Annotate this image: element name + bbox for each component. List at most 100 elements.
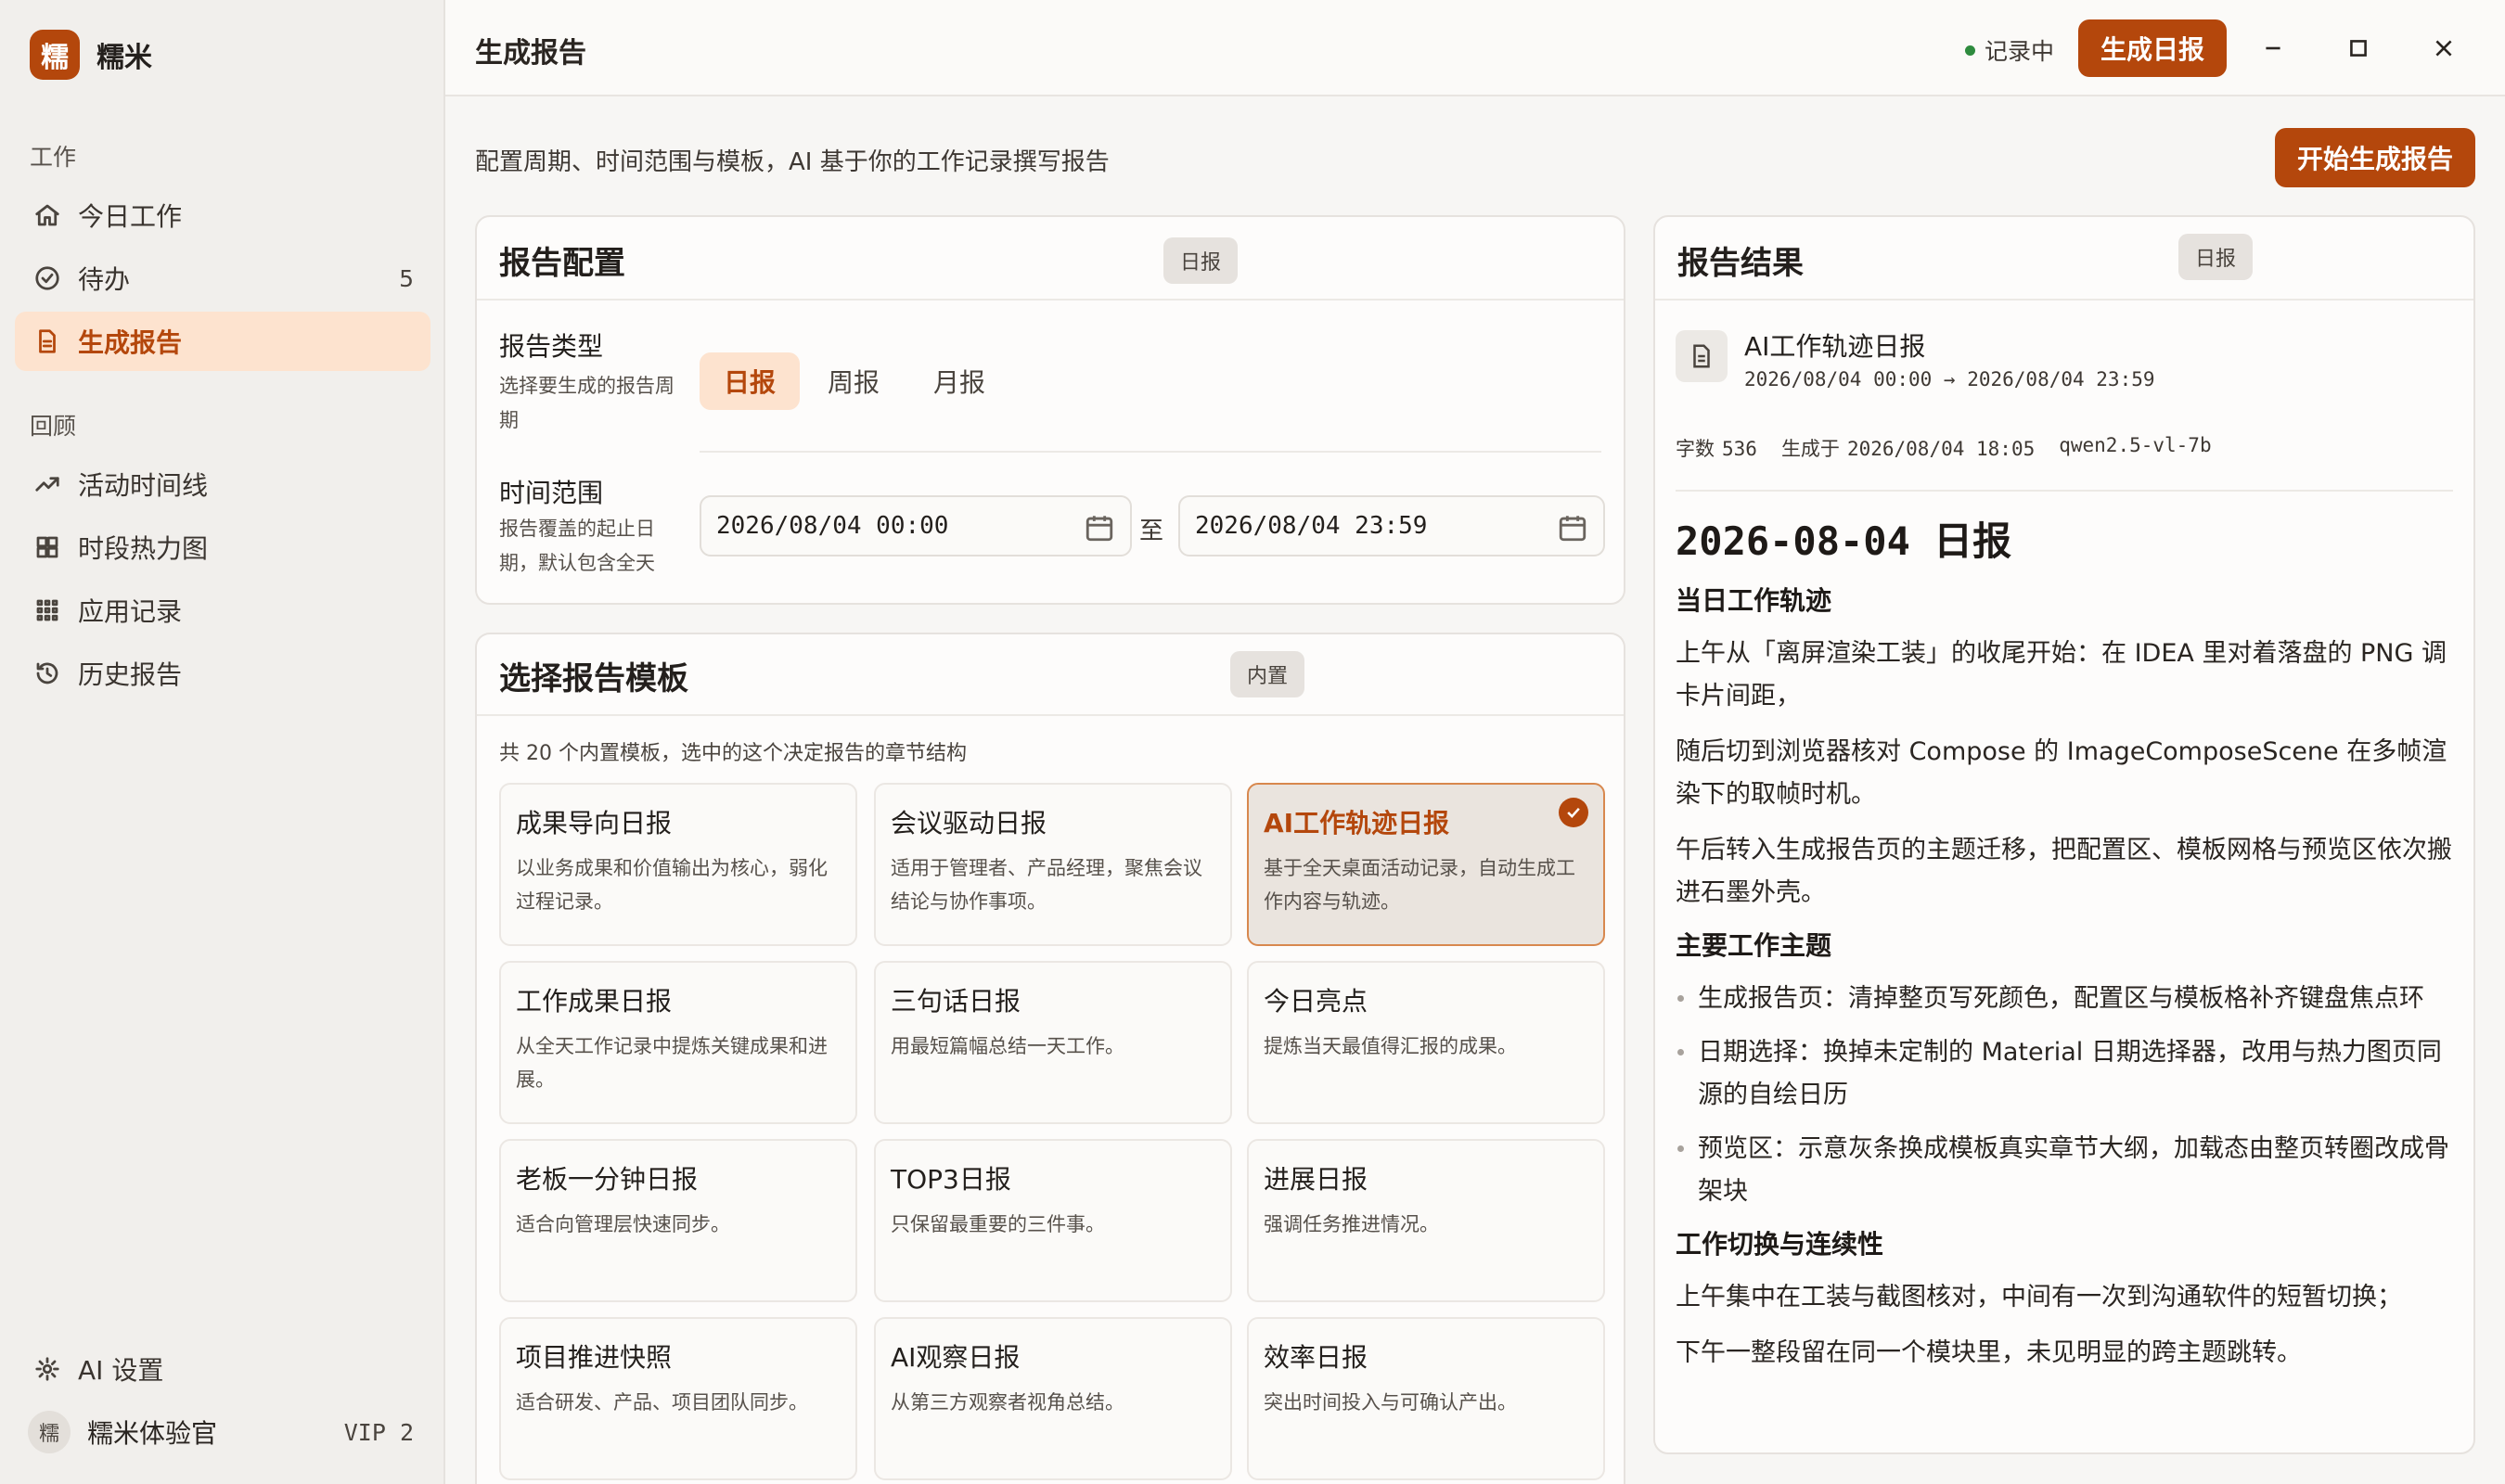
doc-bullet-list: 生成报告页：清掉整页写死颜色，配置区与模板格补齐键盘焦点环 日期选择：换掉未定制… bbox=[1676, 978, 2464, 1213]
template-item[interactable]: 三句话日报 用最短篇幅总结一天工作。 bbox=[874, 961, 1232, 1124]
template-item[interactable]: 项目推进快照 适合研发、产品、项目团队同步。 bbox=[499, 1317, 857, 1480]
template-item[interactable]: TOP3日报 只保留最重要的三件事。 bbox=[874, 1139, 1232, 1302]
page-subtitle: 配置周期、时间范围与模板，AI 基于你的工作记录撰写报告 bbox=[475, 148, 1110, 176]
type-option-monthly[interactable]: 月报 bbox=[909, 352, 1009, 410]
sidebar-item-todo[interactable]: 待办 5 bbox=[15, 249, 430, 308]
end-date-input[interactable]: 2026/08/04 23:59 bbox=[1178, 495, 1605, 556]
todo-count: 5 bbox=[399, 264, 414, 292]
sidebar-item-label: 历史报告 bbox=[78, 659, 183, 690]
template-name: 成果导向日报 bbox=[516, 808, 673, 838]
template-name: 工作成果日报 bbox=[516, 986, 673, 1017]
divider bbox=[1655, 299, 2473, 301]
doc-bullet: 生成报告页：清掉整页写死颜色，配置区与模板格补齐键盘焦点环 bbox=[1676, 978, 2464, 1020]
sidebar-item-today[interactable]: 今日工作 bbox=[15, 186, 430, 245]
template-desc: 适合向管理层快速同步。 bbox=[516, 1213, 730, 1235]
start-date-input[interactable]: 2026/08/04 00:00 bbox=[700, 495, 1132, 556]
sidebar-item-ai-settings[interactable]: AI 设置 bbox=[15, 1339, 430, 1399]
template-name: 进展日报 bbox=[1264, 1164, 1368, 1195]
sidebar-item-history[interactable]: 历史报告 bbox=[15, 644, 430, 703]
template-item[interactable]: 老板一分钟日报 适合向管理层快速同步。 bbox=[499, 1139, 857, 1302]
sidebar-item-generate-report[interactable]: 生成报告 bbox=[15, 312, 430, 371]
template-item-selected[interactable]: AI工作轨迹日报 基于全天桌面活动记录，自动生成工作内容与轨迹。 bbox=[1247, 783, 1605, 946]
header: 生成报告 记录中 生成日报 bbox=[445, 0, 2505, 96]
section-label-review: 回顾 bbox=[30, 413, 77, 440]
sidebar-item-label: 今日工作 bbox=[78, 201, 183, 232]
template-name: TOP3日报 bbox=[891, 1164, 1011, 1195]
doc-section-title: 主要工作主题 bbox=[1676, 930, 1832, 961]
template-item[interactable]: 进展日报 强调任务推进情况。 bbox=[1247, 1139, 1605, 1302]
page-title: 生成报告 bbox=[475, 37, 586, 70]
result-title: 报告结果 bbox=[1677, 245, 1804, 282]
apps-icon bbox=[32, 595, 63, 626]
close-button[interactable] bbox=[2423, 28, 2464, 69]
date-range-separator: 至 bbox=[1139, 518, 1164, 545]
doc-paragraph: 下午一整段留在同一个模块里，未见明显的跨主题跳转。 bbox=[1676, 1338, 2302, 1367]
template-item[interactable]: AI观察日报 从第三方观察者视角总结。 bbox=[874, 1317, 1232, 1480]
template-desc: 适合研发、产品、项目团队同步。 bbox=[516, 1391, 808, 1414]
result-badge: 日报 bbox=[2178, 234, 2254, 280]
template-title: 选择报告模板 bbox=[499, 660, 688, 697]
sidebar: 糯 糯米 工作 今日工作 待办 5 生成报告 回顾 活动时间线 时段热力图 应用… bbox=[0, 0, 445, 1484]
brand-logo: 糯 bbox=[30, 30, 80, 80]
word-count: 字数 536 bbox=[1676, 438, 1757, 460]
time-range-help: 报告覆盖的起止日期，默认包含全天 bbox=[499, 518, 655, 574]
report-document: 2026-08-04 日报 当日工作轨迹 上午从「离屏渲染工装」的收尾开始：在 … bbox=[1676, 516, 2464, 1388]
divider bbox=[477, 714, 1624, 716]
check-circle-icon bbox=[32, 262, 63, 294]
template-name: AI观察日报 bbox=[891, 1342, 1021, 1373]
minimize-icon bbox=[2266, 46, 2280, 50]
maximize-button[interactable] bbox=[2338, 28, 2379, 69]
report-result-card: 报告结果 日报 AI工作轨迹日报 2026/08/04 00:00 → 2026… bbox=[1653, 215, 2475, 1454]
start-generate-button[interactable]: 开始生成报告 bbox=[2275, 128, 2475, 187]
avatar: 糯 bbox=[28, 1411, 71, 1453]
divider bbox=[700, 451, 1601, 453]
sidebar-item-heatmap[interactable]: 时段热力图 bbox=[15, 518, 430, 577]
end-date-value: 2026/08/04 23:59 bbox=[1195, 512, 1428, 540]
start-date-value: 2026/08/04 00:00 bbox=[716, 512, 949, 540]
user-profile[interactable]: 糯 糯米体验官 VIP 2 bbox=[28, 1408, 427, 1456]
minimize-button[interactable] bbox=[2253, 28, 2293, 69]
calendar-icon[interactable] bbox=[1084, 512, 1115, 544]
generate-daily-button[interactable]: 生成日报 bbox=[2078, 19, 2227, 77]
doc-section-title: 工作切换与连续性 bbox=[1676, 1229, 1884, 1260]
vip-level: VIP 2 bbox=[343, 1418, 414, 1446]
trend-line-icon bbox=[32, 468, 63, 500]
sidebar-item-label: 待办 bbox=[78, 264, 131, 295]
history-icon bbox=[32, 658, 63, 689]
template-name: 三句话日报 bbox=[891, 986, 1021, 1017]
template-desc: 只保留最重要的三件事。 bbox=[891, 1213, 1105, 1235]
template-item[interactable]: 效率日报 突出时间投入与可确认产出。 bbox=[1247, 1317, 1605, 1480]
template-desc: 适用于管理者、产品经理，聚焦会议结论与协作事项。 bbox=[891, 857, 1202, 913]
report-name: AI工作轨迹日报 bbox=[1744, 331, 1926, 362]
sidebar-item-label: 生成报告 bbox=[78, 327, 183, 358]
template-item[interactable]: 会议驱动日报 适用于管理者、产品经理，聚焦会议结论与协作事项。 bbox=[874, 783, 1232, 946]
report-type-help: 选择要生成的报告周期 bbox=[499, 375, 674, 431]
template-desc: 从第三方观察者视角总结。 bbox=[891, 1391, 1124, 1414]
type-option-daily[interactable]: 日报 bbox=[700, 352, 801, 410]
gear-icon bbox=[32, 1353, 63, 1385]
template-name: 项目推进快照 bbox=[516, 1342, 673, 1373]
model-name: qwen2.5-vl-7b bbox=[2059, 434, 2212, 456]
template-card: 选择报告模板 内置 共 20 个内置模板，选中的这个决定报告的章节结构 成果导向… bbox=[475, 633, 1625, 1484]
calendar-icon[interactable] bbox=[1557, 512, 1588, 544]
type-option-weekly[interactable]: 周报 bbox=[803, 352, 904, 410]
sidebar-item-timeline[interactable]: 活动时间线 bbox=[15, 454, 430, 514]
report-file-icon bbox=[1676, 330, 1728, 382]
recording-label: 记录中 bbox=[1985, 38, 2055, 65]
doc-heading: 2026-08-04 日报 bbox=[1676, 518, 2012, 564]
recording-status: 记录中 bbox=[1965, 33, 2054, 67]
template-name: 会议驱动日报 bbox=[891, 808, 1047, 838]
template-item[interactable]: 成果导向日报 以业务成果和价值输出为核心，弱化过程记录。 bbox=[499, 783, 857, 946]
report-config-card: 报告配置 日报 报告类型 选择要生成的报告周期 日报 周报 月报 时间范围 报告… bbox=[475, 215, 1625, 605]
sidebar-item-app-records[interactable]: 应用记录 bbox=[15, 581, 430, 640]
template-item[interactable]: 工作成果日报 从全天工作记录中提炼关键成果和进展。 bbox=[499, 961, 857, 1124]
template-item[interactable]: 今日亮点 提炼当天最值得汇报的成果。 bbox=[1247, 961, 1605, 1124]
divider bbox=[477, 299, 1624, 301]
doc-paragraph: 上午从「离屏渲染工装」的收尾开始：在 IDEA 里对着落盘的 PNG 调卡片间距… bbox=[1676, 639, 2447, 710]
report-type-label: 报告类型 bbox=[499, 331, 604, 362]
doc-paragraph: 午后转入生成报告页的主题迁移，把配置区、模板网格与预览区依次搬进石墨外壳。 bbox=[1676, 836, 2452, 907]
section-label-work: 工作 bbox=[30, 144, 77, 171]
user-name: 糯米体验官 bbox=[87, 1418, 218, 1449]
grid-icon bbox=[32, 531, 63, 563]
report-meta: 字数 536 生成于 2026/08/04 18:05 qwen2.5-vl-7b bbox=[1676, 434, 2212, 462]
